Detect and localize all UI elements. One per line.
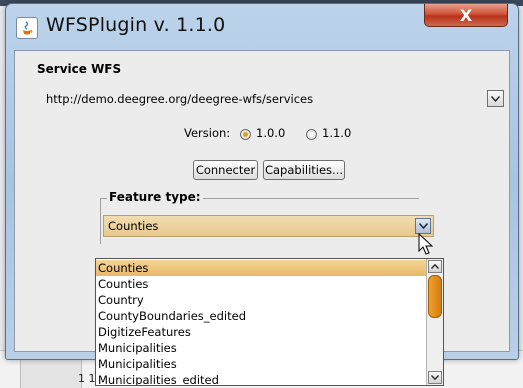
feature-type-selected: Counties: [108, 219, 159, 233]
feature-type-dropdown-list[interactable]: Counties Counties Country CountyBoundari…: [95, 258, 444, 386]
java-icon[interactable]: [16, 17, 38, 39]
window-title: WFSPlugin v. 1.1.0: [46, 14, 226, 36]
list-item[interactable]: Country: [96, 292, 426, 308]
dropdown-scrollbar[interactable]: [426, 259, 443, 385]
version-radio-110[interactable]: [306, 129, 317, 140]
chevron-down-icon[interactable]: [415, 218, 431, 234]
version-label: Version:: [184, 126, 231, 140]
scroll-down-button[interactable]: [428, 371, 442, 384]
title-bar[interactable]: WFSPlugin v. 1.1.0 X: [6, 4, 518, 50]
connect-button[interactable]: Connecter: [193, 160, 258, 180]
chevron-up-icon: [431, 264, 439, 269]
version-option-100: 1.0.0: [256, 126, 286, 140]
feature-type-legend: Feature type:: [107, 190, 203, 204]
service-url-combo[interactable]: http://demo.deegree.org/deegree-wfs/serv…: [42, 88, 504, 110]
list-item[interactable]: Municipalities: [96, 356, 426, 372]
background-tab[interactable]: [20, 356, 82, 388]
close-icon: X: [459, 5, 473, 25]
service-url-value: http://demo.deegree.org/deegree-wfs/serv…: [46, 92, 314, 106]
scroll-up-button[interactable]: [428, 260, 442, 273]
chevron-down-icon: [431, 375, 439, 380]
list-item[interactable]: CountyBoundaries_edited: [96, 308, 426, 324]
scroll-thumb[interactable]: [428, 275, 442, 318]
list-item[interactable]: DigitizeFeatures: [96, 324, 426, 340]
list-item[interactable]: Municipalities_edited: [96, 372, 426, 385]
list-item[interactable]: Municipalities: [96, 340, 426, 356]
background-row-number: 1 1: [78, 372, 96, 385]
list-item[interactable]: Counties: [96, 260, 426, 276]
version-radio-100[interactable]: [240, 129, 251, 140]
feature-type-combo[interactable]: Counties: [103, 215, 434, 237]
version-option-110: 1.1.0: [322, 126, 352, 140]
chevron-down-icon[interactable]: [487, 90, 504, 107]
service-legend: Service WFS: [34, 62, 125, 76]
capabilities-button[interactable]: Capabilities...: [263, 160, 345, 180]
close-button[interactable]: X: [424, 4, 508, 27]
list-item[interactable]: Counties: [96, 276, 426, 292]
